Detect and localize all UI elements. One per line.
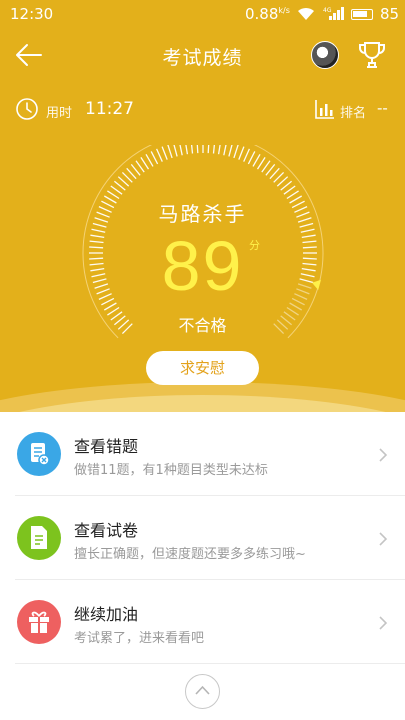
battery-icon	[351, 9, 373, 20]
gauge-tick	[233, 145, 239, 159]
gauge-tick	[150, 151, 159, 165]
status-time: 12:30	[10, 5, 54, 23]
ranking: 排名 --	[315, 96, 395, 122]
gauge-tick	[261, 160, 271, 173]
item-subtitle: 擅长正确题，但速度题还要多多练习哦~	[74, 547, 306, 562]
gauge-tick	[156, 148, 163, 162]
item-subtitle: 做错11题，有1种题目类型未达标	[74, 463, 268, 478]
page-title: 考试成绩	[162, 47, 243, 69]
user-avatar[interactable]	[311, 41, 339, 69]
item-title: 继续加油	[74, 605, 139, 624]
gift-icon	[17, 600, 61, 644]
gauge-tick	[265, 163, 276, 176]
chevron-right-icon	[379, 616, 388, 630]
gauge-tick	[247, 151, 256, 165]
status-net-speed: 0.88k/s	[245, 5, 290, 23]
gauge-tick	[167, 145, 173, 159]
gauge-tick	[212, 145, 216, 154]
gauge-tick	[207, 145, 210, 154]
gauge-tick	[256, 157, 266, 170]
list-item-wrong-questions[interactable]: 查看错题 做错11题，有1种题目类型未达标	[0, 412, 405, 496]
gauge-tick	[145, 153, 154, 167]
gauge-tick	[110, 185, 123, 195]
trophy-icon[interactable]	[357, 40, 387, 70]
list-item-exam-paper[interactable]: 查看试卷 擅长正确题，但速度题还要多多练习哦~	[0, 496, 405, 580]
gauge-tick	[140, 157, 150, 170]
item-title: 查看试卷	[74, 521, 139, 540]
time-value: 11:27	[85, 99, 134, 119]
gauge-tick	[196, 145, 199, 154]
gauge-tick	[121, 171, 133, 183]
gauge-tick	[243, 148, 250, 162]
gauge-tick	[273, 171, 285, 183]
chevron-right-icon	[379, 532, 388, 546]
gauge-tick	[223, 145, 227, 156]
gauge-tick	[269, 167, 280, 180]
gauge-tick	[179, 145, 183, 156]
gauge-tick	[228, 145, 233, 157]
gauge-tick	[185, 145, 189, 155]
divider	[15, 663, 405, 664]
top-nav: 考试成绩	[0, 30, 405, 80]
bar-chart-icon	[315, 100, 334, 119]
gauge-tick	[217, 145, 221, 155]
score-value: 89	[161, 227, 244, 305]
rank-label: 排名	[340, 106, 367, 121]
pass-fail-result: 不合格	[178, 316, 227, 335]
item-title: 查看错题	[74, 437, 139, 456]
gauge-tick	[173, 145, 178, 157]
gauge-tick	[190, 145, 194, 154]
gauge-tick	[280, 180, 293, 191]
gauge-tick	[135, 160, 145, 173]
gauge-tick	[117, 176, 130, 187]
gauge-tick	[276, 176, 289, 187]
gauge-tick	[126, 167, 137, 180]
item-subtitle: 考试累了，进来看看吧	[74, 631, 205, 646]
chevron-up-icon	[195, 685, 210, 695]
clock-icon	[16, 98, 38, 120]
signal-icon: 4G	[323, 5, 345, 25]
wrong-questions-icon	[17, 432, 61, 476]
gauge-tick	[238, 146, 245, 160]
score-title: 马路杀手	[158, 202, 247, 226]
gauge-tick	[283, 185, 296, 195]
rank-value: --	[377, 99, 388, 117]
wifi-icon	[298, 7, 314, 20]
exam-paper-icon	[17, 516, 61, 560]
gauge-tick	[161, 146, 168, 160]
list-item-keep-going[interactable]: 继续加油 考试累了，进来看看吧	[0, 580, 405, 664]
gauge-tick	[130, 163, 141, 176]
chevron-right-icon	[379, 448, 388, 462]
svg-text:4G: 4G	[323, 7, 332, 14]
comfort-button[interactable]: 求安慰	[146, 351, 259, 385]
scroll-up-button[interactable]	[185, 674, 220, 709]
time-label: 用时	[46, 106, 73, 121]
gauge-tick	[252, 153, 261, 167]
status-bar: 12:30 0.88k/s 4G 85	[0, 0, 405, 30]
battery-level: 85	[380, 5, 400, 23]
score-unit: 分	[249, 239, 260, 252]
gauge-tick	[113, 180, 126, 191]
